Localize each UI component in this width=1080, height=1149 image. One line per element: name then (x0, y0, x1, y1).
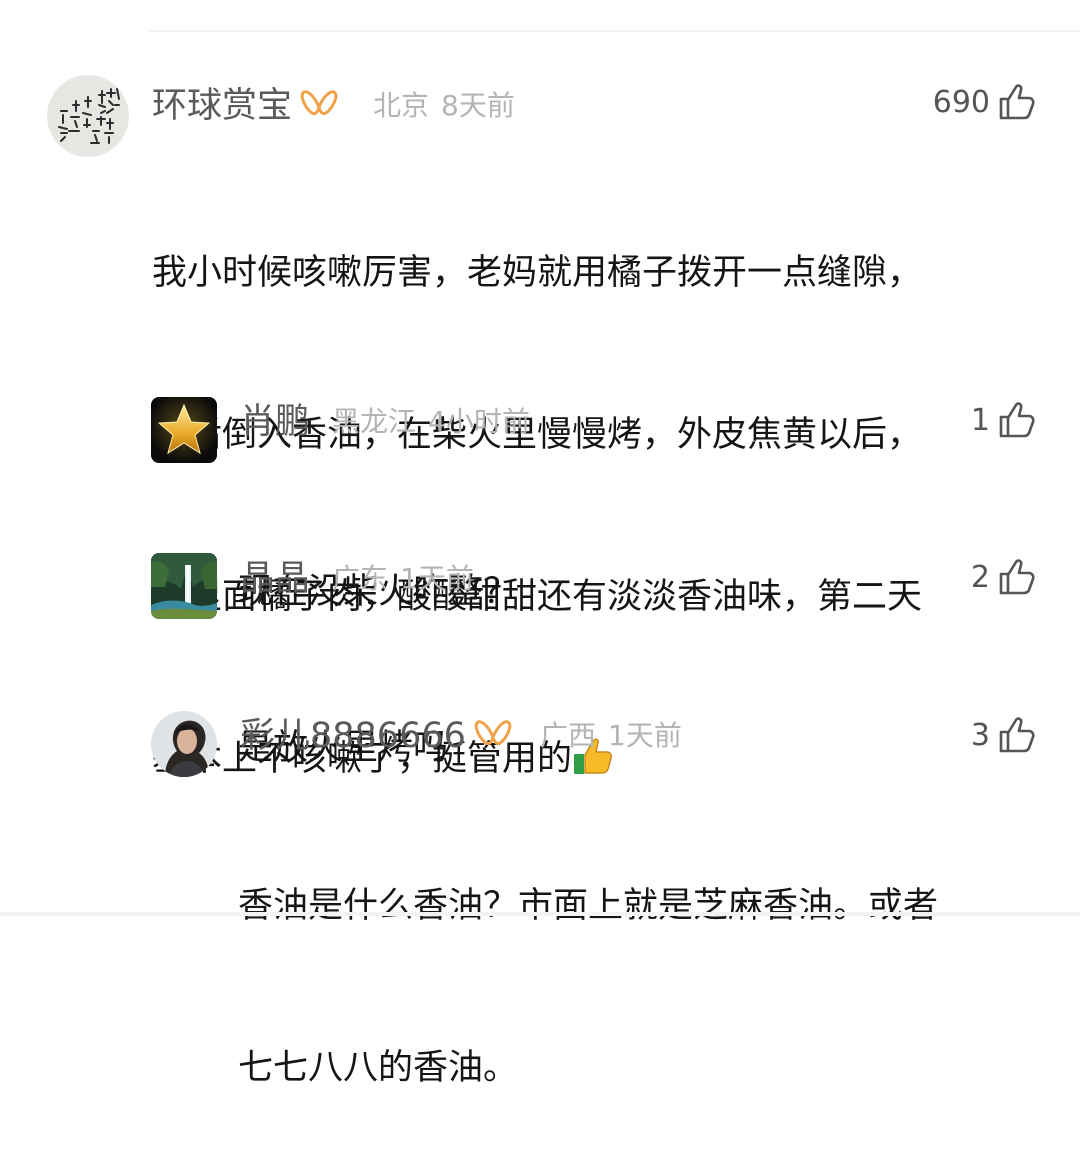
reply-line: 香油是什么香油？市面上就是芝麻香油。或者 (238, 886, 939, 926)
thumbs-up-outline-icon (999, 559, 1035, 595)
avatar[interactable] (151, 553, 217, 619)
reply-time: 4小时前 (428, 405, 530, 438)
like-button[interactable]: 2 (971, 558, 1036, 596)
comment-time: 8天前 (441, 89, 515, 122)
top-divider (150, 30, 1080, 32)
reply-time: 1天前 (400, 562, 474, 595)
reply-meta: 黑龙江 4小时前 (332, 402, 530, 442)
vip-badge-icon (474, 716, 512, 756)
reply-time: 1天前 (608, 719, 682, 752)
thumbs-up-outline-icon (999, 717, 1035, 753)
reply-line: 七七八八的香油。 (238, 1048, 519, 1088)
reply-location: 广西 (540, 719, 597, 752)
like-count: 690 (932, 84, 990, 120)
avatar[interactable] (151, 397, 217, 463)
comment-meta: 北京 8天前 (373, 86, 515, 126)
reply-meta: 广东 1天前 (332, 559, 474, 599)
reply-author[interactable]: 彩儿8886666 (240, 716, 512, 756)
like-button[interactable]: 3 (971, 716, 1036, 754)
thumbs-up-outline-icon (999, 402, 1035, 438)
like-button[interactable]: 1 (971, 401, 1036, 439)
reply-meta: 广西 1天前 (540, 716, 682, 756)
reply-body: 香油是什么香油？市面上就是芝麻香油。或者 七七八八的香油。 (238, 771, 938, 1149)
comment-location: 北京 (373, 89, 430, 122)
like-count: 2 (970, 559, 990, 595)
avatar[interactable] (47, 75, 129, 157)
reply-author[interactable]: 肖鹏 (240, 402, 310, 442)
like-count: 1 (970, 402, 990, 438)
reply-author[interactable]: 晶晶 (240, 559, 310, 599)
bottom-divider (0, 912, 1080, 916)
comment-author[interactable]: 环球赏宝 (152, 86, 338, 126)
like-button[interactable]: 690 (933, 83, 1036, 121)
reply-location: 广东 (332, 562, 389, 595)
reply-location: 黑龙江 (332, 405, 417, 438)
thumbs-up-outline-icon (999, 84, 1035, 120)
avatar[interactable] (151, 711, 217, 777)
like-count: 3 (970, 717, 990, 753)
comment-line: 我小时候咳嗽厉害，老妈就用橘子拨开一点缝隙， (152, 253, 923, 293)
vip-badge-icon (300, 86, 338, 126)
